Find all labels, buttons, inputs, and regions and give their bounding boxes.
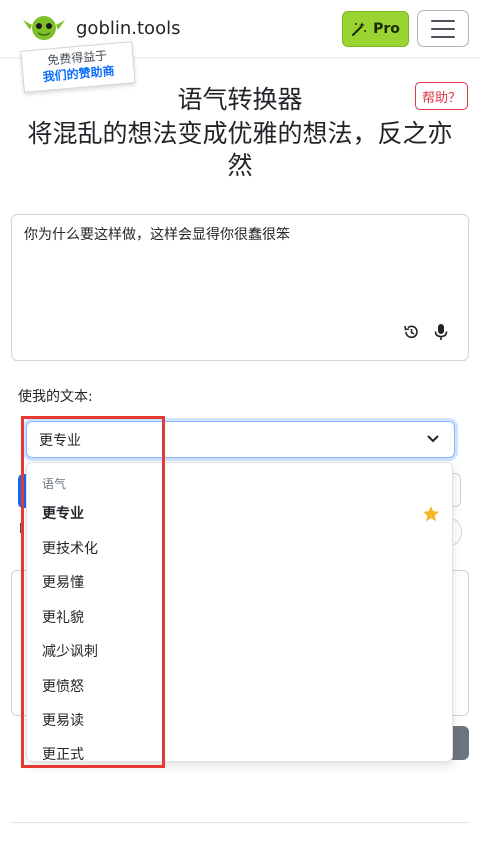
- star-icon: [423, 506, 439, 522]
- magic-wand-icon: [352, 22, 367, 36]
- chevron-down-icon: [427, 435, 439, 443]
- goblin-logo: [23, 16, 65, 40]
- page-title: 语气转换器: [177, 85, 303, 114]
- menu-icon-bar: [431, 35, 455, 38]
- microphone-icon[interactable]: [434, 324, 448, 341]
- page-subtitle: 将混乱的想法变成优雅的想法，反之亦然: [27, 119, 453, 180]
- make-text-label: 使我的文本:: [18, 389, 93, 405]
- history-icon[interactable]: [403, 324, 419, 340]
- highlight-box: [21, 416, 165, 768]
- menu-button[interactable]: [417, 10, 469, 47]
- menu-icon-bar: [431, 19, 455, 22]
- pro-label: Pro: [373, 21, 400, 37]
- brand-name: goblin.tools: [76, 17, 181, 39]
- menu-icon-bar: [431, 27, 455, 30]
- pro-button[interactable]: Pro: [342, 11, 409, 47]
- divider: [11, 822, 469, 823]
- brand-link[interactable]: goblin.tools: [22, 13, 180, 43]
- text-input[interactable]: 你为什么要这样做，这样会显得你很蠢很笨: [11, 214, 469, 361]
- text-input-value: 你为什么要这样做，这样会显得你很蠢很笨: [24, 227, 290, 243]
